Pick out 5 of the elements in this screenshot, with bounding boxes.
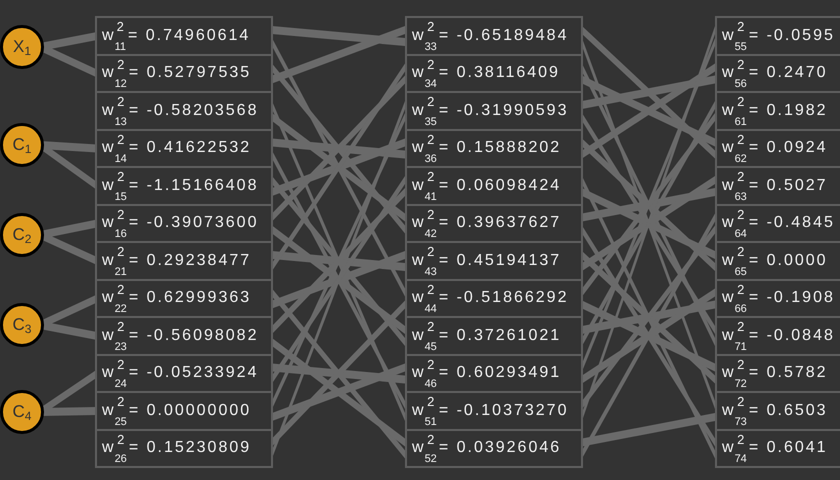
neuron-node: C$_{1}$ (0, 123, 44, 167)
neuron-node: C$_{2}$ (0, 213, 44, 257)
neuron-node: C$_{4}$ (0, 390, 44, 434)
neuron-node: C$_{3}$ (0, 303, 44, 347)
neuron-node: X$_{1}$ (0, 25, 44, 69)
